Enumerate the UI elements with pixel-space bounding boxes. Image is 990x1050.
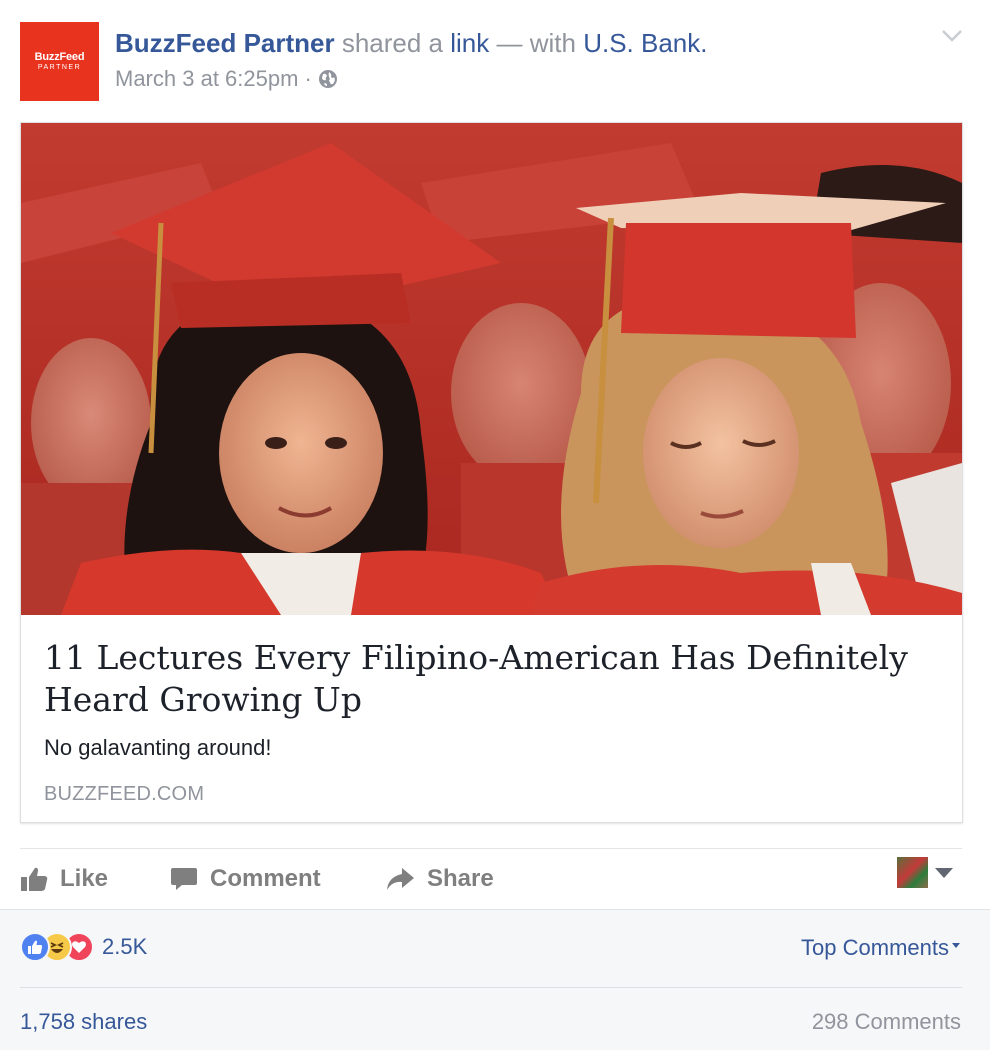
like-label: Like — [60, 865, 109, 892]
shared-text: shared a — [334, 28, 451, 58]
footer-divider — [20, 987, 962, 988]
like-icon — [21, 867, 48, 891]
reaction-count[interactable]: 2.5K — [102, 934, 147, 960]
globe-icon[interactable] — [318, 69, 338, 89]
like-reaction-icon — [20, 932, 50, 962]
top-comments-dropdown[interactable]: Top Comments — [801, 935, 960, 961]
shares-count-link[interactable]: 1,758 shares — [20, 1009, 147, 1035]
post-options-chevron-icon[interactable] — [940, 28, 964, 44]
like-button[interactable]: Like — [20, 862, 108, 896]
article-description: No galavanting around! — [44, 735, 272, 760]
post-footer: 2.5K Top Comments 1,758 shares 298 Comme… — [0, 909, 990, 1050]
link-attachment[interactable]: 11 Lectures Every Filipino-American Has … — [20, 122, 963, 823]
posting-as-caret-icon[interactable] — [935, 868, 953, 878]
comment-label: Comment — [210, 865, 321, 892]
avatar-logo-text: BuzzFeed — [34, 51, 85, 63]
reactions-summary[interactable]: 2.5K — [20, 932, 147, 962]
feed-post: BuzzFeed PARTNER BuzzFeed Partner shared… — [0, 0, 990, 1050]
with-text: — with — [489, 28, 584, 58]
post-header: BuzzFeed Partner shared a link — with U.… — [115, 28, 707, 59]
comments-count-link[interactable]: 298 Comments — [812, 1009, 961, 1035]
post-timestamp[interactable]: March 3 at 6:25pm — [115, 66, 298, 92]
action-bar-divider — [20, 848, 962, 849]
share-arrow-icon — [387, 868, 414, 890]
comment-button[interactable]: Comment — [170, 862, 321, 896]
post-meta: March 3 at 6:25pm · — [115, 66, 338, 92]
attachment-image[interactable] — [21, 123, 962, 615]
page-name-link[interactable]: BuzzFeed Partner — [115, 28, 335, 58]
meta-separator: · — [304, 66, 312, 91]
top-comments-caret-icon — [952, 943, 960, 948]
article-title[interactable]: 11 Lectures Every Filipino-American Has … — [44, 637, 924, 721]
avatar-logo-subtext: PARTNER — [37, 64, 82, 71]
article-domain: BUZZFEED.COM — [44, 783, 205, 805]
comment-icon — [171, 868, 197, 890]
page-avatar[interactable]: BuzzFeed PARTNER — [20, 22, 99, 101]
tagged-page-link[interactable]: U.S. Bank. — [583, 28, 707, 58]
top-comments-label: Top Comments — [801, 935, 949, 960]
link-word[interactable]: link — [450, 28, 489, 58]
viewer-avatar[interactable] — [897, 857, 928, 888]
share-label: Share — [427, 865, 494, 892]
share-button[interactable]: Share — [385, 862, 494, 896]
